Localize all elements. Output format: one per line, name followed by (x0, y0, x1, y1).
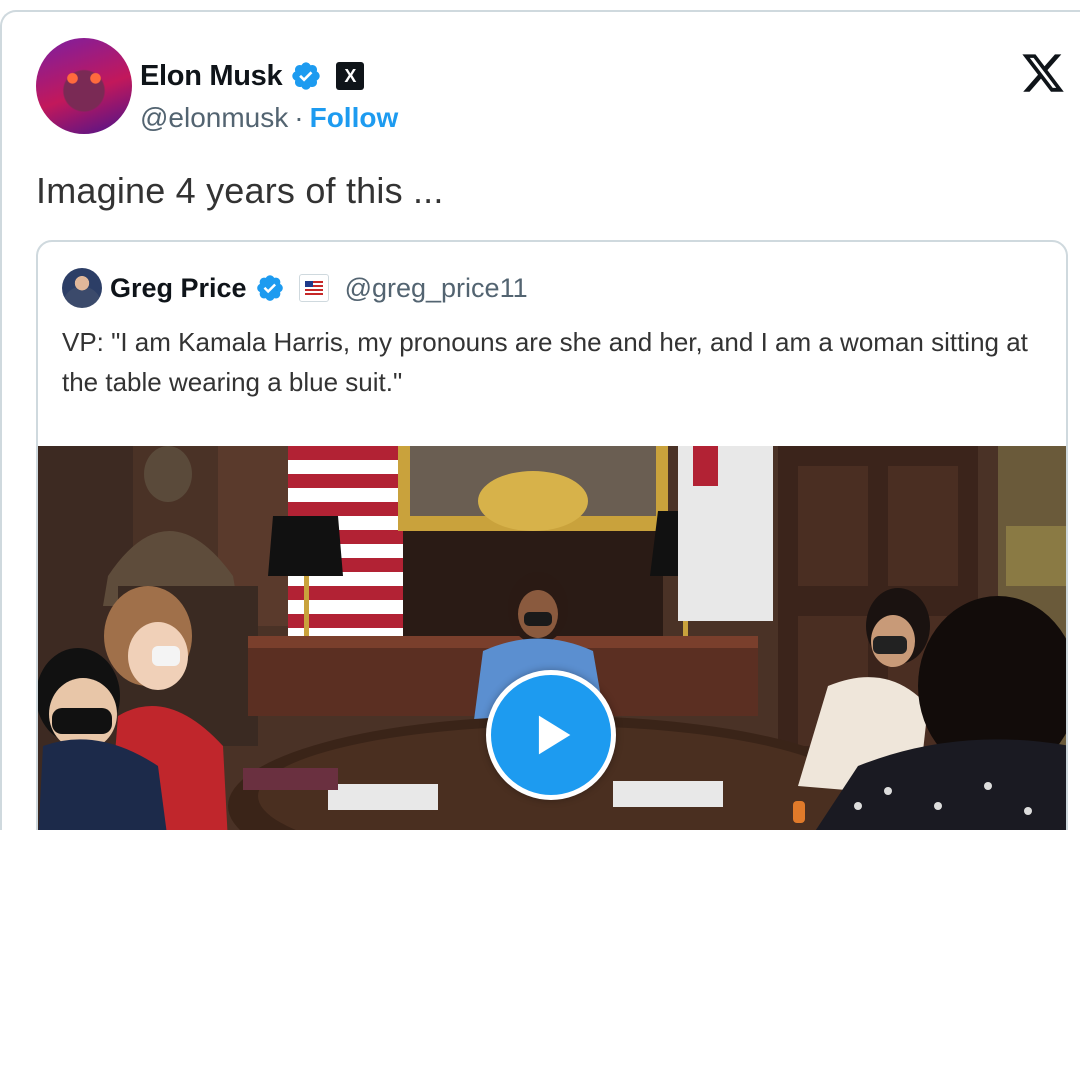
author-handle[interactable]: @elonmusk (140, 102, 288, 134)
author-name-row: Elon Musk X (140, 56, 365, 96)
quoted-tweet-text: VP: "I am Kamala Harris, my pronouns are… (62, 327, 1028, 397)
affiliation-badge-icon: X (336, 62, 365, 90)
play-button[interactable] (486, 670, 616, 800)
x-logo-icon[interactable] (1020, 50, 1066, 101)
author-avatar[interactable] (36, 38, 132, 134)
quoted-author-handle[interactable]: @greg_price11 (345, 273, 528, 304)
quoted-tweet[interactable]: Greg Price @greg_price11 VP: "I am Kamal… (36, 240, 1068, 830)
author-name[interactable]: Elon Musk (140, 60, 283, 93)
quoted-author-avatar[interactable] (62, 268, 102, 308)
follow-button[interactable]: Follow (310, 102, 399, 134)
verified-badge-icon (255, 273, 285, 303)
play-icon (538, 715, 571, 755)
verified-badge-icon (290, 60, 322, 92)
tweet-card: Elon Musk X @elonmusk · Follow Imagine 4… (0, 10, 1080, 830)
video-thumbnail[interactable] (38, 446, 1066, 830)
affiliation-flag-icon (298, 274, 329, 302)
separator: · (294, 102, 304, 133)
quoted-author-name[interactable]: Greg Price (110, 273, 247, 304)
author-handle-row: @elonmusk · Follow (140, 102, 398, 134)
quoted-tweet-header: Greg Price @greg_price11 (110, 268, 528, 308)
tweet-text: Imagine 4 years of this ... (36, 170, 444, 211)
